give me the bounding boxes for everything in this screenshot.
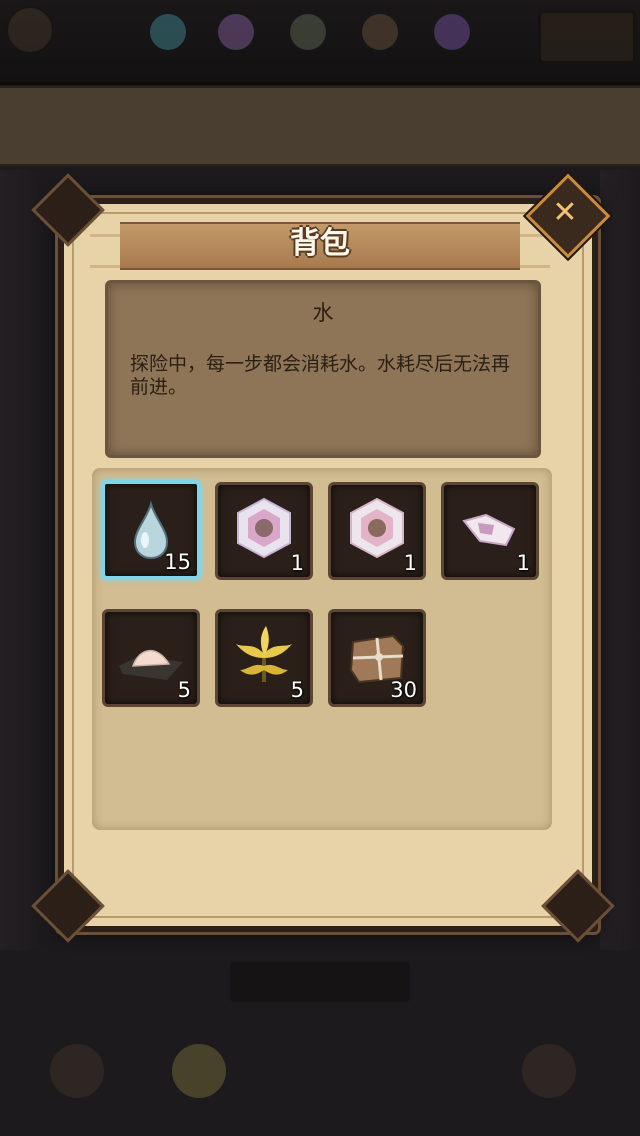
top-right-button <box>538 10 636 64</box>
salt-pile-icon <box>119 650 183 680</box>
inventory-slot-parcel[interactable]: 30 <box>328 609 426 707</box>
item-count: 5 <box>177 678 191 702</box>
background-banner <box>0 86 640 166</box>
pink-crystal-gem-icon <box>350 497 404 559</box>
inventory-slot-crystal-shard[interactable]: 1 <box>441 482 539 580</box>
resource-icon <box>150 14 186 50</box>
resource-icon <box>362 14 398 50</box>
background-bottom-icon <box>172 1044 226 1098</box>
resource-icon <box>434 14 470 50</box>
background-bottom-icon <box>50 1044 104 1098</box>
menu-button <box>6 6 54 54</box>
inventory-slot-pink-crystal[interactable]: 1 <box>328 482 426 580</box>
background-side <box>600 170 640 950</box>
item-count: 1 <box>403 551 417 575</box>
resource-icon <box>218 14 254 50</box>
close-icon[interactable]: ✕ <box>538 186 592 240</box>
item-description-box: 水 探险中，每一步都会消耗水。水耗尽后无法再前进。 <box>105 280 541 458</box>
background-bottom-icon <box>522 1044 576 1098</box>
crystal-shard-icon <box>462 513 516 547</box>
top-bar <box>0 0 640 85</box>
item-description: 探险中，每一步都会消耗水。水耗尽后无法再前进。 <box>130 353 511 398</box>
background-side <box>0 170 40 950</box>
item-name: 水 <box>312 301 334 325</box>
dialog-title: 背包 <box>290 226 350 261</box>
item-count: 5 <box>290 678 304 702</box>
item-count: 15 <box>164 550 191 574</box>
purple-crystal-gem-icon <box>237 497 291 559</box>
inventory-slot-herb[interactable]: 5 <box>215 609 313 707</box>
inventory-slot-water[interactable]: 15 <box>101 480 201 580</box>
resource-icon <box>290 14 326 50</box>
item-count: 30 <box>390 678 417 702</box>
inventory-slot-purple-crystal[interactable]: 1 <box>215 482 313 580</box>
item-count: 1 <box>290 551 304 575</box>
background-bottom-bar <box>230 962 410 1002</box>
yellow-herb-icon <box>236 626 292 682</box>
item-count: 1 <box>516 551 530 575</box>
inventory-slot-salt[interactable]: 5 <box>102 609 200 707</box>
